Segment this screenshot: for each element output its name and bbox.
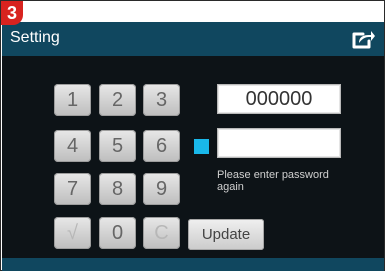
share-icon[interactable]: [350, 27, 376, 51]
update-button[interactable]: Update: [188, 219, 264, 250]
key-confirm[interactable]: √: [54, 217, 91, 249]
step-badge: 3: [1, 1, 23, 25]
key-7[interactable]: 7: [54, 173, 91, 205]
header-bar: Setting: [2, 22, 384, 56]
active-field-marker: [194, 139, 209, 154]
key-9[interactable]: 9: [143, 173, 180, 205]
confirm-password-hint: Please enter password again: [217, 169, 329, 193]
bottom-bar: [2, 258, 384, 271]
confirm-password-field[interactable]: [217, 128, 341, 158]
confirm-password-value: [218, 129, 340, 157]
device-screen: 3 Setting 1 2 3 4 5 6 7 8 9 √ 0 C 000000…: [0, 0, 385, 271]
page-title: Setting: [10, 29, 60, 46]
key-clear[interactable]: C: [143, 217, 180, 249]
key-1[interactable]: 1: [54, 84, 91, 116]
key-6[interactable]: 6: [143, 130, 180, 162]
password-field-value: 000000: [245, 88, 313, 110]
key-8[interactable]: 8: [99, 173, 136, 205]
key-4[interactable]: 4: [54, 130, 91, 162]
key-0[interactable]: 0: [99, 217, 136, 249]
key-5[interactable]: 5: [99, 130, 136, 162]
key-3[interactable]: 3: [143, 84, 180, 116]
password-field[interactable]: 000000: [217, 84, 341, 114]
key-2[interactable]: 2: [99, 84, 136, 116]
